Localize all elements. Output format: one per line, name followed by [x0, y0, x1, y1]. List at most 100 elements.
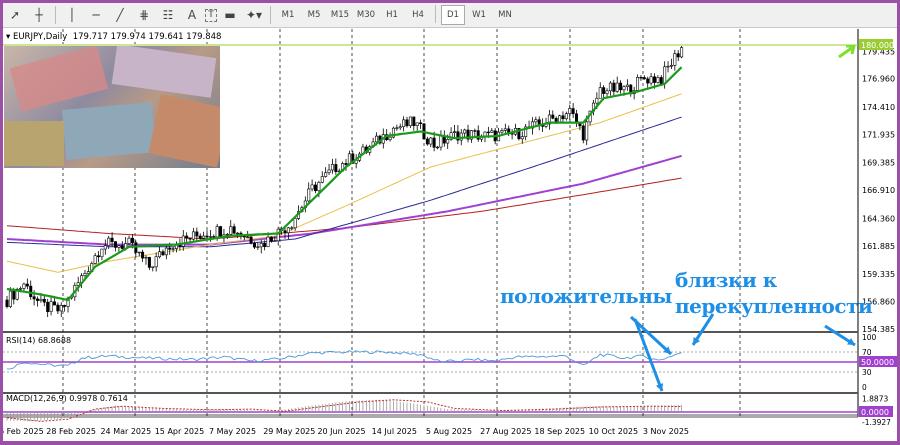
- rectangle-icon[interactable]: ▬: [219, 5, 241, 25]
- label-icon[interactable]: T: [205, 8, 217, 22]
- candle-body: [252, 243, 256, 248]
- candle-body: [120, 245, 124, 249]
- divider: [55, 6, 56, 24]
- candle-body: [490, 130, 494, 133]
- candle-body: [452, 131, 456, 133]
- candle-body: [249, 236, 253, 244]
- candle-body: [419, 122, 423, 124]
- symbol-header: ▾ EURJPY,Daily 179.717 179.974 179.641 1…: [6, 32, 222, 42]
- candle-body: [395, 127, 399, 129]
- candle-body: [188, 238, 192, 240]
- candle-body: [286, 227, 290, 234]
- candle-body: [259, 243, 263, 248]
- timeframe-m1[interactable]: M1: [276, 5, 300, 25]
- candle-body: [219, 226, 223, 237]
- candle-body: [63, 305, 67, 307]
- candle-body: [202, 235, 206, 239]
- timeframe-w1[interactable]: W1: [467, 5, 491, 25]
- price-tick-label: 159.335: [862, 270, 895, 279]
- candle-body: [595, 97, 599, 104]
- candle-body: [615, 82, 619, 92]
- price-tick-label: 166.910: [862, 186, 895, 195]
- fibonacci-icon[interactable]: ⋕: [133, 5, 155, 25]
- timeframe-h1[interactable]: H1: [380, 5, 404, 25]
- candle-body: [246, 236, 250, 239]
- candle-body: [646, 78, 650, 84]
- candle-body: [568, 108, 572, 114]
- candle-body: [459, 132, 463, 141]
- candle-body: [22, 283, 26, 289]
- rsi-line: [7, 350, 682, 370]
- candle-body: [130, 237, 134, 243]
- rsi-tick-label: 70: [862, 348, 872, 357]
- candle-body: [256, 246, 260, 248]
- candle-body: [83, 273, 87, 276]
- timeframe-d1[interactable]: D1: [441, 5, 465, 25]
- candle-body: [649, 76, 653, 84]
- candle-body: [659, 77, 663, 84]
- macd-tick-label: -1.3927: [862, 418, 891, 427]
- timeframe-m5[interactable]: M5: [302, 5, 326, 25]
- candle-body: [19, 288, 23, 290]
- candle-body: [151, 266, 155, 268]
- candle-body: [229, 226, 233, 235]
- candle-body: [127, 237, 131, 244]
- horizontal-line-icon[interactable]: ─: [85, 5, 107, 25]
- candle-body: [534, 119, 538, 123]
- chart-area[interactable]: 179.435 176.960 174.410 171.935 169.385 166.9…: [0, 29, 897, 441]
- candle-body: [439, 135, 443, 148]
- grid-channel-icon[interactable]: ☷: [157, 5, 179, 25]
- candle-body: [5, 299, 9, 307]
- candle-body: [46, 301, 50, 312]
- candle-body: [158, 251, 162, 258]
- candle-body: [602, 87, 606, 94]
- date-tick-label: 29 May 2025: [263, 427, 315, 436]
- current-price-label: 180.000: [861, 41, 894, 50]
- green-arrow-icon: [838, 44, 856, 59]
- candle-body: [622, 86, 626, 91]
- candle-body: [500, 130, 504, 133]
- candle-body: [425, 138, 429, 145]
- date-tick-label: 5 Aug 2025: [426, 427, 472, 436]
- macd-label: MACD(12,26,9) 0.9978 0.7614: [6, 394, 128, 403]
- candle-body: [168, 247, 172, 250]
- price-tick-label: 171.935: [862, 130, 895, 139]
- timeframe-m15[interactable]: M15: [328, 5, 352, 25]
- candle-body: [56, 304, 60, 312]
- candle-body: [39, 298, 43, 301]
- candle-body: [680, 47, 684, 58]
- candle-body: [293, 218, 297, 229]
- candle-body: [290, 227, 294, 229]
- candle-body: [215, 226, 219, 238]
- date-tick-label: 28 Feb 2025: [46, 427, 96, 436]
- candle-body: [463, 129, 467, 134]
- vertical-line-icon[interactable]: │: [61, 5, 83, 25]
- candle-body: [608, 82, 612, 92]
- date-tick-label: 3 Nov 2025: [643, 427, 689, 436]
- date-tick-label: 6 Feb 2025: [3, 427, 44, 436]
- candle-body: [52, 301, 56, 306]
- candle-body: [49, 301, 53, 312]
- candle-body: [117, 245, 121, 248]
- cursor-icon[interactable]: ➚: [4, 5, 26, 25]
- timeframe-m30[interactable]: M30: [354, 5, 378, 25]
- shapes-icon[interactable]: ✦▾: [243, 5, 265, 25]
- candle-body: [520, 136, 524, 140]
- divider: [435, 5, 436, 23]
- candle-body: [269, 236, 273, 242]
- text-icon[interactable]: A: [181, 5, 203, 25]
- candle-body: [388, 136, 392, 141]
- date-tick-label: 20 Jun 2025: [317, 427, 365, 436]
- candle-body: [656, 77, 660, 83]
- candle-body: [113, 241, 117, 248]
- timeframe-h4[interactable]: H4: [406, 5, 430, 25]
- rsi-tick-label: 0: [862, 383, 867, 392]
- timeframe-mn[interactable]: MN: [493, 5, 517, 25]
- candle-body: [375, 135, 379, 143]
- candle-body: [429, 137, 433, 145]
- crosshair-icon[interactable]: ┼: [28, 5, 50, 25]
- trendline-icon[interactable]: ╱: [109, 5, 131, 25]
- candle-body: [639, 76, 643, 79]
- candle-body: [198, 235, 202, 239]
- ohlc-values: 179.717 179.974 179.641 179.848: [72, 32, 222, 42]
